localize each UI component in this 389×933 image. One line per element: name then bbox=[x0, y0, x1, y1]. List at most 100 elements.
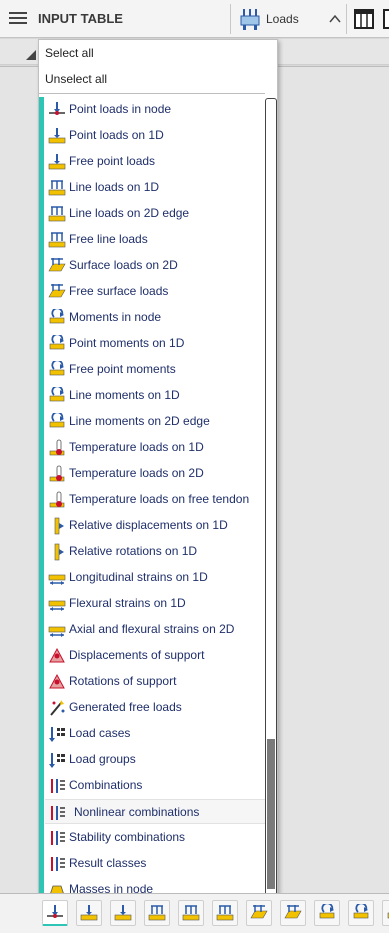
list-item[interactable]: Free point moments bbox=[45, 357, 265, 382]
list-item-label: Stability combinations bbox=[69, 830, 186, 844]
line-load-1d-icon bbox=[148, 905, 166, 921]
list-item-label: Rotations of support bbox=[69, 674, 177, 688]
bottom-toolbar-button[interactable] bbox=[76, 900, 102, 926]
list-item[interactable]: Free surface loads bbox=[45, 279, 265, 304]
temperature-tendon-icon bbox=[49, 491, 65, 508]
sort-corner-icon[interactable] bbox=[26, 50, 36, 60]
bottom-toolbar-button[interactable] bbox=[280, 900, 306, 926]
table-view-button[interactable] bbox=[352, 7, 376, 31]
list-item[interactable]: Line moments on 2D edge bbox=[45, 409, 265, 434]
surface-load-2d-icon bbox=[48, 258, 66, 272]
free-point-load-icon bbox=[48, 154, 66, 170]
list-item[interactable]: Result classes bbox=[45, 851, 265, 876]
page-title: INPUT TABLE bbox=[38, 11, 123, 26]
list-item[interactable]: Point moments on 1D bbox=[45, 331, 265, 356]
moment-node-icon bbox=[319, 904, 335, 919]
loads-selector-button[interactable]: Loads bbox=[236, 4, 346, 34]
generated-loads-icon bbox=[50, 700, 65, 716]
list-item[interactable]: Load groups bbox=[45, 747, 265, 772]
list-item[interactable]: Free line loads bbox=[45, 227, 265, 252]
free-line-load-icon bbox=[48, 232, 66, 248]
list-item-label: Free line loads bbox=[69, 232, 148, 246]
top-toolbar: INPUT TABLE Loads bbox=[0, 0, 389, 38]
list-item[interactable]: Line loads on 1D bbox=[45, 175, 265, 200]
list-item[interactable]: Generated free loads bbox=[45, 695, 265, 720]
bottom-toolbar-button[interactable] bbox=[382, 900, 389, 926]
select-all-option[interactable]: Select all bbox=[45, 46, 94, 60]
list-item[interactable]: Line loads on 2D edge bbox=[45, 201, 265, 226]
loads-icon bbox=[240, 9, 260, 30]
list-item[interactable]: Free point loads bbox=[45, 149, 265, 174]
list-item[interactable]: Nonlinear combinations bbox=[45, 799, 265, 824]
hamburger-menu-icon[interactable] bbox=[8, 9, 28, 29]
bottom-toolbar-button[interactable] bbox=[42, 900, 68, 926]
line-moment-2d-edge-icon bbox=[49, 413, 65, 428]
list-item-label: Point loads in node bbox=[69, 102, 172, 116]
loads-selector-label: Loads bbox=[266, 12, 299, 26]
list-item-label: Line moments on 2D edge bbox=[69, 414, 210, 428]
chevron-up-icon bbox=[329, 14, 341, 23]
list-item[interactable]: Stability combinations bbox=[45, 825, 265, 850]
list-item-label: Axial and flexural strains on 2D bbox=[69, 622, 235, 636]
list-item-label: Temperature loads on free tendon bbox=[69, 492, 250, 506]
bottom-toolbar-button[interactable] bbox=[110, 900, 136, 926]
list-item[interactable]: Rotations of support bbox=[45, 669, 265, 694]
list-item[interactable]: Longitudinal strains on 1D bbox=[45, 565, 265, 590]
list-item-label: Line loads on 1D bbox=[69, 180, 160, 194]
axial-flexural-strain-icon bbox=[48, 626, 66, 637]
list-item[interactable]: Moments in node bbox=[45, 305, 265, 330]
accent-bar bbox=[39, 97, 44, 897]
more-button[interactable] bbox=[382, 7, 389, 31]
support-rotation-icon bbox=[49, 673, 65, 689]
stability-combinations-icon bbox=[51, 831, 65, 845]
partial-icon bbox=[383, 9, 389, 29]
bottom-toolbar-button[interactable] bbox=[212, 900, 238, 926]
table-icon bbox=[354, 9, 374, 29]
line-load-2d-edge-icon bbox=[48, 206, 66, 222]
list-item[interactable]: Line moments on 1D bbox=[45, 383, 265, 408]
list-item[interactable]: Axial and flexural strains on 2D bbox=[45, 617, 265, 642]
toolbar-divider bbox=[230, 4, 231, 34]
list-item[interactable]: Flexural strains on 1D bbox=[45, 591, 265, 616]
scrollbar-thumb[interactable] bbox=[267, 739, 275, 889]
temperature-2d-icon bbox=[49, 465, 65, 482]
list-item[interactable]: Load cases bbox=[45, 721, 265, 746]
list-item-label: Point loads on 1D bbox=[69, 128, 164, 142]
bottom-toolbar-button[interactable] bbox=[246, 900, 272, 926]
bottom-toolbar-button[interactable] bbox=[314, 900, 340, 926]
list-item[interactable]: Combinations bbox=[45, 773, 265, 798]
line-load-1d-icon bbox=[48, 180, 66, 196]
list-item-label: Free point moments bbox=[69, 362, 176, 376]
list-item-label: Line moments on 1D bbox=[69, 388, 180, 402]
list-item-label: Temperature loads on 2D bbox=[69, 466, 204, 480]
load-groups-icon bbox=[49, 753, 65, 768]
list-item[interactable]: Point loads on 1D bbox=[45, 123, 265, 148]
list-item-label: Line loads on 2D edge bbox=[69, 206, 190, 220]
bottom-toolbar-button[interactable] bbox=[348, 900, 374, 926]
free-line-load-icon bbox=[216, 905, 234, 921]
point-moment-1d-icon bbox=[353, 904, 369, 919]
scrollbar[interactable] bbox=[265, 98, 277, 898]
list-item[interactable]: Relative displacements on 1D bbox=[45, 513, 265, 538]
list-item[interactable]: Displacements of support bbox=[45, 643, 265, 668]
point-load-node-icon bbox=[47, 905, 63, 918]
bottom-toolbar-button[interactable] bbox=[178, 900, 204, 926]
free-point-load-icon bbox=[114, 905, 132, 921]
list-item[interactable]: Point loads in node bbox=[45, 97, 265, 122]
list-item-label: Point moments on 1D bbox=[69, 336, 185, 350]
bottom-toolbar-button[interactable] bbox=[144, 900, 170, 926]
list-item-label: Relative displacements on 1D bbox=[69, 518, 228, 532]
list-item[interactable]: Temperature loads on 1D bbox=[45, 435, 265, 460]
list-item-label: Combinations bbox=[69, 778, 143, 792]
list-item[interactable]: Temperature loads on free tendon bbox=[45, 487, 265, 512]
list-item-label: Nonlinear combinations bbox=[74, 805, 200, 819]
list-item-label: Surface loads on 2D bbox=[69, 258, 178, 272]
list-item-label: Free surface loads bbox=[69, 284, 169, 298]
list-item[interactable]: Relative rotations on 1D bbox=[45, 539, 265, 564]
load-cases-icon bbox=[49, 727, 65, 742]
list-item[interactable]: Surface loads on 2D bbox=[45, 253, 265, 278]
list-item[interactable]: Temperature loads on 2D bbox=[45, 461, 265, 486]
selection-controls: Select all Unselect all bbox=[39, 40, 265, 94]
point-moment-1d-icon bbox=[49, 335, 65, 350]
unselect-all-option[interactable]: Unselect all bbox=[45, 72, 107, 86]
